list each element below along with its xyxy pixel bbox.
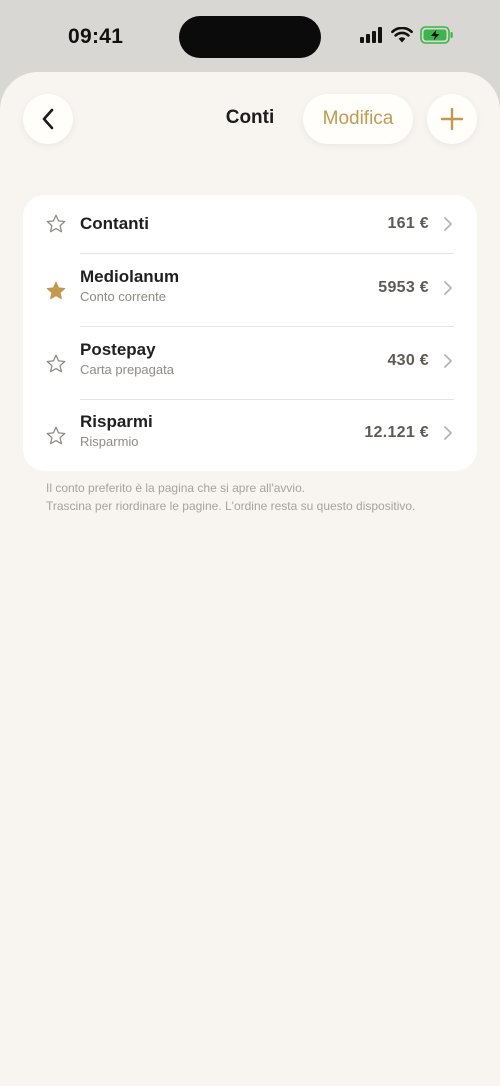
status-time: 09:41 <box>68 25 124 48</box>
account-amount: 161 € <box>387 215 429 232</box>
account-row-mediolanum[interactable]: Mediolanum Conto corrente 5953 € <box>23 254 477 326</box>
star-filled-icon[interactable] <box>45 280 67 302</box>
account-name: Risparmi <box>80 412 153 431</box>
back-button[interactable] <box>23 94 73 144</box>
edit-button[interactable]: Modifica <box>303 94 413 144</box>
footer-note: Il conto preferito è la pagina che si ap… <box>46 480 446 516</box>
chevron-right-icon <box>444 281 452 295</box>
account-row-postepay[interactable]: Postepay Carta prepagata 430 € <box>23 327 477 399</box>
account-name: Mediolanum <box>80 267 180 286</box>
wifi-icon <box>391 27 413 43</box>
footer-line-reorder: Trascina per riordinare le pagine. L'ord… <box>46 499 416 513</box>
status-icons <box>360 26 454 44</box>
star-outline-icon[interactable] <box>45 213 67 235</box>
star-outline-icon[interactable] <box>45 353 67 375</box>
account-row-contanti[interactable]: Contanti 161 € <box>23 195 477 253</box>
account-amount: 5953 € <box>378 279 429 296</box>
status-bar: 09:41 <box>0 0 500 72</box>
plus-icon <box>440 107 464 131</box>
page-title: Conti <box>225 107 275 128</box>
chevron-right-icon <box>444 354 452 368</box>
account-subtitle: Conto corrente <box>80 289 166 304</box>
star-outline-icon[interactable] <box>45 425 67 447</box>
account-amount: 12.121 € <box>364 424 429 441</box>
battery-charging-icon <box>420 26 453 44</box>
account-name: Postepay <box>80 340 156 359</box>
account-row-risparmi[interactable]: Risparmi Risparmio 12.121 € <box>23 400 477 471</box>
dynamic-island <box>179 16 321 58</box>
accounts-sheet: Conti Modifica Contanti 161 € Mediolanum… <box>0 72 500 1086</box>
chevron-right-icon <box>444 217 452 231</box>
account-amount: 430 € <box>387 352 429 369</box>
cellular-signal-icon <box>360 27 382 43</box>
chevron-right-icon <box>444 426 452 440</box>
account-subtitle: Carta prepagata <box>80 362 174 377</box>
account-name: Contanti <box>80 214 149 233</box>
chevron-left-icon <box>42 108 54 130</box>
accounts-list: Contanti 161 € Mediolanum Conto corrente… <box>23 195 477 471</box>
footer-line-favorite: Il conto preferito è la pagina che si ap… <box>46 481 306 495</box>
add-account-button[interactable] <box>427 94 477 144</box>
account-subtitle: Risparmio <box>80 434 139 449</box>
